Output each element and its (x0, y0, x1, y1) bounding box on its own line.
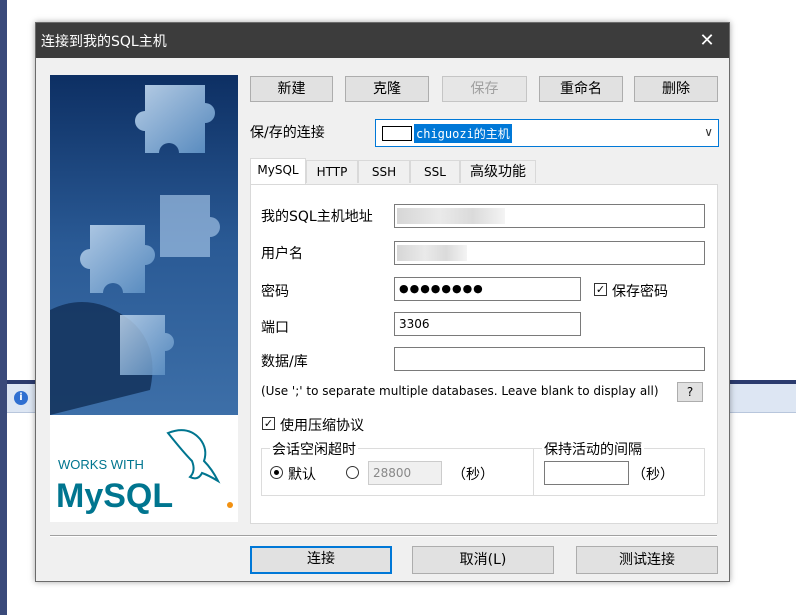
compression-label: 使用压缩协议 (280, 418, 364, 434)
host-input[interactable] (394, 204, 705, 228)
password-label: 密码 (261, 284, 289, 300)
tab-ssl[interactable]: SSL (410, 160, 460, 183)
new-button[interactable]: 新建 (250, 76, 333, 102)
idle-timeout-title: 会话空闲超时 (270, 439, 358, 459)
clone-button[interactable]: 克隆 (345, 76, 429, 102)
idle-timeout-group: 会话空闲超时 默认 28800 （秒） (261, 439, 534, 496)
mysql-logo-text: MySQL (56, 477, 173, 515)
idle-timeout-input[interactable]: 28800 (368, 461, 442, 485)
delete-button[interactable]: 删除 (634, 76, 718, 102)
save-button[interactable]: 保存 (442, 76, 527, 102)
saved-connection-select[interactable]: chiguozi的主机 ∨ (375, 119, 719, 147)
connect-button[interactable]: 连接 (250, 546, 392, 574)
save-password-checkbox[interactable]: ✓ (594, 283, 607, 296)
info-icon: i (14, 391, 28, 405)
database-label: 数据/库 (261, 354, 308, 370)
chevron-down-icon[interactable]: ∨ (704, 125, 713, 139)
port-label: 端口 (261, 320, 289, 336)
footer-divider (50, 535, 717, 537)
keepalive-input[interactable] (544, 461, 629, 485)
redacted-user (397, 245, 467, 261)
tab-http[interactable]: HTTP (306, 160, 358, 183)
rename-button[interactable]: 重命名 (539, 76, 623, 102)
saved-connection-label: 保/存的连接 (250, 125, 325, 141)
keepalive-group: 保持活动的间隔 （秒） (533, 439, 705, 496)
keepalive-title: 保持活动的间隔 (542, 439, 644, 459)
background-app-edge (0, 0, 7, 615)
works-with-text: WORKS WITH (58, 457, 144, 472)
database-hint: (Use ';' to separate multiple databases.… (261, 384, 659, 398)
keepalive-unit-label: （秒） (632, 467, 674, 483)
color-swatch (382, 126, 412, 141)
tab-ssh[interactable]: SSH (358, 160, 410, 183)
user-input[interactable] (394, 241, 705, 265)
tab-mysql[interactable]: MySQL (250, 158, 306, 184)
idle-default-radio[interactable] (270, 466, 283, 479)
mysql-tab-panel: 我的SQL主机地址 用户名 密码 ●●●●●●●● ✓ 保存密码 端口 3306… (250, 184, 718, 524)
dialog-title: 连接到我的SQL主机 (41, 34, 167, 50)
redacted-host (397, 208, 505, 224)
password-input[interactable]: ●●●●●●●● (394, 277, 581, 301)
connect-dialog: 连接到我的SQL主机 ✕ WORKS WITH MySQL 新建 克隆 保存 重… (35, 22, 730, 582)
user-label: 用户名 (261, 246, 303, 262)
port-input[interactable]: 3306 (394, 312, 581, 336)
save-password-label: 保存密码 (612, 284, 668, 300)
tab-advanced[interactable]: 高级功能 (460, 160, 536, 183)
title-bar: 连接到我的SQL主机 ✕ (36, 23, 729, 58)
database-input[interactable] (394, 347, 705, 371)
help-button[interactable]: ? (677, 382, 703, 402)
host-label: 我的SQL主机地址 (261, 209, 373, 225)
idle-default-label: 默认 (288, 467, 316, 483)
cancel-button[interactable]: 取消(L) (412, 546, 554, 574)
saved-connection-value: chiguozi的主机 (414, 124, 512, 143)
test-connection-button[interactable]: 测试连接 (576, 546, 718, 574)
compression-checkbox[interactable]: ✓ (262, 417, 275, 430)
idle-unit-label: （秒） (452, 467, 494, 483)
idle-custom-radio[interactable] (346, 466, 359, 479)
close-icon[interactable]: ✕ (685, 23, 729, 58)
mysql-banner-image: WORKS WITH MySQL (50, 75, 238, 522)
